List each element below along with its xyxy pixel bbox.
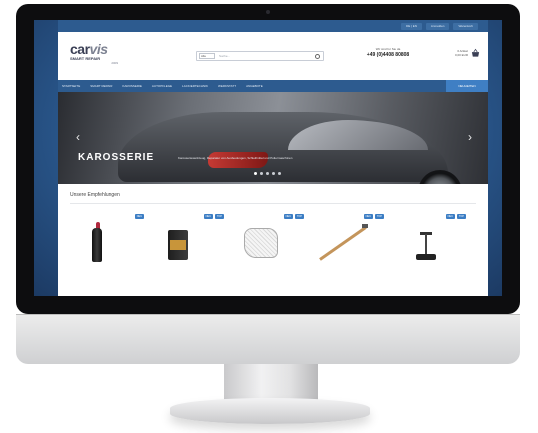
product-badge: TOP [374, 214, 384, 219]
product-badges: NEU [134, 214, 144, 219]
product-card[interactable]: NEU TOP [396, 214, 466, 272]
product-badge: TOP [294, 214, 304, 219]
nav-cta-button[interactable]: NEUHEITEN [446, 80, 488, 92]
contact-line: Wir sind fur Sie da [375, 47, 401, 51]
car-taillight [208, 152, 268, 168]
contact-info: Wir sind fur Sie da +49 (0)4408 80808 [358, 47, 418, 58]
imac-mockup: DE | EN Anmelden Warenkorb carvis SMART … [0, 0, 538, 433]
product-badges: NEU TOP [283, 214, 304, 219]
search-input[interactable]: Suche... [219, 53, 230, 60]
main-navigation: STARTSEITE SMART REPAIR KAROSSERIE AUTOP… [58, 80, 488, 92]
product-card[interactable]: NEU [74, 214, 144, 272]
product-image[interactable] [244, 228, 278, 258]
nav-item-lackiertechnik[interactable]: LACKIERTECHNIK [182, 84, 208, 88]
product-badges: NEU TOP [445, 214, 466, 219]
slider-dot[interactable] [260, 172, 263, 175]
cart-total: 0,00 EUR [454, 53, 468, 57]
product-badge: NEU [445, 214, 455, 219]
monitor-screen: DE | EN Anmelden Warenkorb carvis SMART … [34, 20, 502, 296]
car-image [118, 112, 462, 184]
monitor-stand-foot [170, 398, 370, 424]
nav-item-werkstatt[interactable]: WERKSTATT [218, 84, 236, 88]
recommendations-section: Unsere Empfehlungen NEU NEU TOP NEU TOP … [58, 184, 488, 272]
camera-icon [266, 10, 270, 14]
car-wheel [418, 170, 462, 184]
cart-summary: 0 Artikel 0,00 EUR [440, 49, 468, 57]
puller-stem [425, 234, 427, 256]
product-badges: NEU TOP [203, 214, 224, 219]
chevron-right-icon[interactable]: › [468, 130, 472, 144]
slider-dot[interactable] [266, 172, 269, 175]
recommendations-title: Unsere Empfehlungen [70, 192, 476, 204]
product-image[interactable] [414, 228, 438, 262]
product-badge: TOP [456, 214, 466, 219]
logo-wordmark-a: car [70, 41, 90, 57]
product-badge: TOP [214, 214, 224, 219]
product-card[interactable]: NEU TOP [154, 214, 224, 272]
language-button[interactable]: DE | EN [401, 23, 422, 30]
login-button[interactable]: Anmelden [425, 23, 450, 30]
search-category-select[interactable]: Alle [199, 53, 215, 59]
product-card[interactable]: NEU TOP [234, 214, 304, 272]
nav-item-angebote[interactable]: ANGEBOTE [246, 84, 263, 88]
hammer-head [362, 224, 368, 228]
logo-year: 2009 [111, 61, 118, 65]
search-icon[interactable] [315, 53, 320, 59]
slider-dot[interactable] [254, 172, 257, 175]
top-bar: DE | EN Anmelden Warenkorb [58, 20, 488, 32]
product-badge: NEU [283, 214, 293, 219]
slider-dots [254, 172, 281, 175]
product-image[interactable] [319, 226, 367, 261]
product-row: NEU NEU TOP NEU TOP NEU TOP NEU TOP [70, 204, 476, 272]
basket-icon[interactable] [471, 48, 480, 58]
mini-cart[interactable]: 0 Artikel 0,00 EUR [440, 48, 480, 64]
product-badges: NEU TOP [363, 214, 384, 219]
product-badge: NEU [363, 214, 373, 219]
logo-wordmark-b: vis [89, 41, 108, 57]
slider-dot[interactable] [272, 172, 275, 175]
hero-slider: ‹ › KAROSSERIE Karosseriewerkzeug, Repar… [58, 92, 488, 184]
site-header: carvis SMART REPAIR 2009 Alle Suche... W… [58, 32, 488, 80]
nav-item-smart-repair[interactable]: SMART REPAIR [90, 84, 112, 88]
hero-title: KAROSSERIE [78, 152, 155, 163]
nav-item-autopflege[interactable]: AUTOPFLEGE [152, 84, 172, 88]
webshop-page: DE | EN Anmelden Warenkorb carvis SMART … [58, 20, 488, 296]
product-card[interactable]: NEU TOP [314, 214, 384, 272]
puller-base [416, 254, 436, 260]
contact-phone[interactable]: +49 (0)4408 80808 [358, 52, 418, 58]
cart-link-button[interactable]: Warenkorb [453, 23, 478, 30]
nav-item-karosserie[interactable]: KAROSSERIE [122, 84, 142, 88]
chevron-left-icon[interactable]: ‹ [76, 130, 80, 144]
product-image[interactable] [92, 228, 102, 262]
logo-wordmark: carvis [70, 42, 118, 56]
product-badge: NEU [134, 214, 144, 219]
hero-subtitle: Karosseriewerkzeug, Reparatur von Ausbeu… [178, 156, 293, 160]
nav-item-home[interactable]: STARTSEITE [62, 84, 80, 88]
car-window [288, 120, 428, 150]
can-label [170, 240, 186, 250]
search-bar: Alle Suche... [196, 51, 324, 61]
slider-dot[interactable] [278, 172, 281, 175]
monitor-chin [16, 314, 520, 364]
carvis-logo[interactable]: carvis SMART REPAIR 2009 [70, 42, 118, 70]
product-badge: NEU [203, 214, 213, 219]
